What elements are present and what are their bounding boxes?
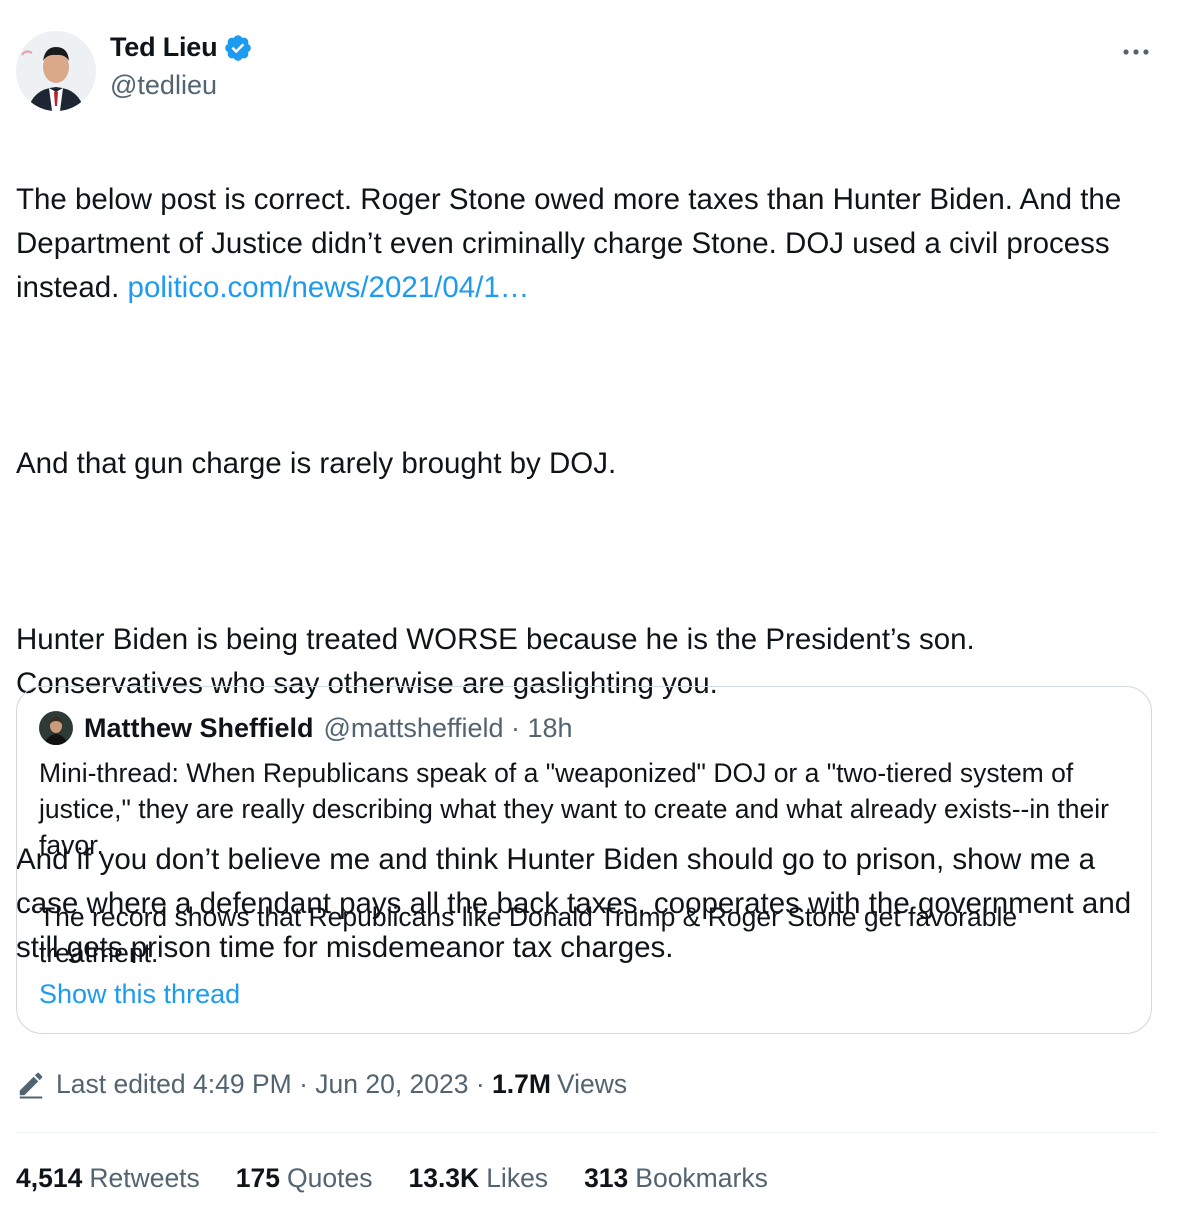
quoted-avatar[interactable] — [39, 711, 73, 745]
stat-count: 13.3K — [408, 1163, 480, 1193]
stat-count: 4,514 — [16, 1163, 83, 1193]
stat-label: Retweets — [89, 1163, 200, 1193]
stat-label: Likes — [486, 1163, 549, 1193]
more-options-icon[interactable] — [1118, 34, 1154, 70]
engagement-stats: 4,514 Retweets 175 Quotes 13.3K Likes 313 Bo… — [16, 1163, 804, 1194]
stat-quotes[interactable]: 175 Quotes — [236, 1163, 373, 1194]
quoted-paragraph: The record shows that Republicans like D… — [39, 902, 1018, 968]
quoted-author-handle[interactable]: @mattsheffield · 18h — [324, 713, 573, 744]
views-label: Views — [556, 1068, 628, 1099]
avatar[interactable] — [16, 31, 96, 111]
views-count: 1.7M — [492, 1068, 551, 1099]
stat-label: Bookmarks — [635, 1163, 768, 1193]
stat-retweets[interactable]: 4,514 Retweets — [16, 1163, 200, 1194]
quoted-author-name[interactable]: Matthew Sheffield — [84, 713, 314, 744]
stat-count: 175 — [235, 1163, 281, 1193]
tweet-paragraph: And that gun charge is rarely brought by… — [16, 447, 617, 480]
tweet-paragraph: The below post is correct. Roger Stone o… — [16, 178, 1156, 310]
stat-bookmarks[interactable]: 313 Bookmarks — [584, 1163, 768, 1194]
author-handle[interactable]: @tedlieu — [110, 70, 217, 101]
verified-badge-icon — [225, 34, 252, 61]
author-name[interactable]: Ted Lieu — [110, 32, 218, 63]
divider — [16, 1132, 1156, 1133]
show-thread-link[interactable]: Show this thread — [39, 979, 240, 1010]
quoted-tweet-header: Matthew Sheffield @mattsheffield · 18h — [39, 711, 573, 745]
quoted-tweet-text: Mini-thread: When Republicans speak of a… — [39, 755, 1129, 971]
tweet-meta: Last edited 4:49 PM · Jun 20, 2023 · 1.7… — [16, 1066, 627, 1102]
avatar-image — [16, 31, 96, 111]
edited-timestamp[interactable]: Last edited 4:49 PM · Jun 20, 2023 · — [56, 1069, 492, 1100]
edit-pencil-icon[interactable] — [16, 1069, 46, 1099]
quoted-tweet[interactable]: Matthew Sheffield @mattsheffield · 18h M… — [16, 686, 1152, 1034]
tweet-header: Ted Lieu @tedlieu — [16, 28, 1156, 111]
stat-likes[interactable]: 13.3K Likes — [408, 1163, 548, 1194]
quoted-avatar-image — [39, 711, 73, 745]
article-link[interactable]: politico.com/news/2021/04/1… — [128, 271, 530, 304]
author-name-row: Ted Lieu — [110, 32, 253, 63]
quoted-paragraph: Mini-thread: When Republicans speak of a… — [39, 758, 1109, 860]
stat-label: Quotes — [287, 1163, 373, 1193]
stat-count: 313 — [584, 1163, 629, 1193]
